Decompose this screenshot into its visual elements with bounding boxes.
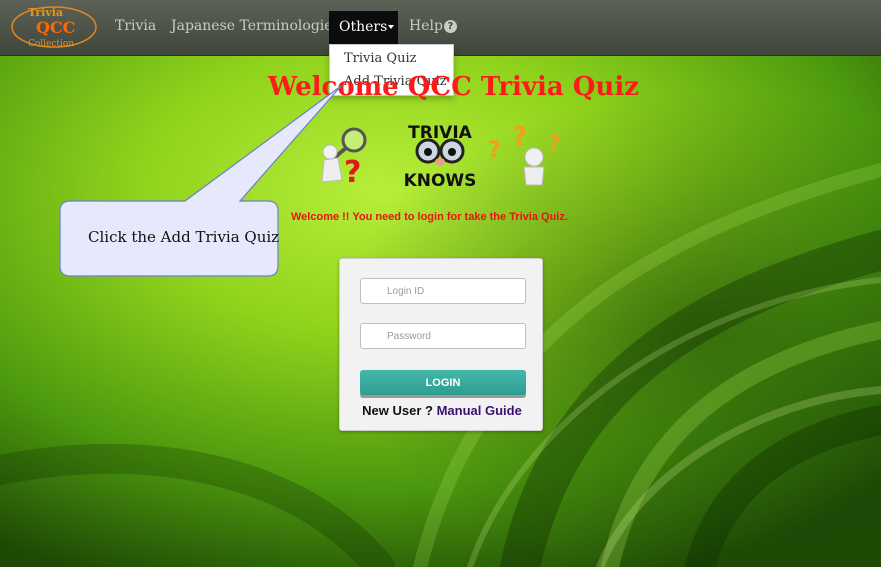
- svg-text:?: ?: [344, 155, 361, 186]
- logo-text-mid: QCC: [36, 18, 75, 37]
- menu-item-trivia-quiz[interactable]: Trivia Quiz: [344, 51, 416, 66]
- callout-text: Click the Add Trivia Quiz: [88, 228, 280, 246]
- manual-guide-link[interactable]: Manual Guide: [437, 403, 522, 418]
- badge-line2: KNOWS: [404, 171, 477, 191]
- login-panel: LOGIN New User ? Manual Guide: [339, 258, 543, 431]
- new-user-row: New User ? Manual Guide: [340, 403, 544, 418]
- trivia-knows-badge: TRIVIA KNOWS: [404, 123, 477, 191]
- logo-text-bottom: Collection: [28, 39, 74, 49]
- nav-japanese-terminologies[interactable]: Japanese Terminologies: [171, 18, 340, 34]
- nav-trivia[interactable]: Trivia: [115, 18, 156, 34]
- svg-text:?: ?: [488, 138, 501, 163]
- badge-line1: TRIVIA: [408, 123, 472, 143]
- svg-text:?: ?: [512, 123, 527, 152]
- caret-down-icon: [388, 25, 395, 29]
- nav-help-label: Help: [409, 18, 443, 34]
- svg-text:?: ?: [548, 132, 561, 157]
- qcc-trivia-logo[interactable]: Trivia QCC Collection: [8, 2, 100, 52]
- nav-others-label: Others: [339, 19, 388, 35]
- nav-help[interactable]: Help?: [409, 18, 457, 34]
- thinking-figure-questions: ? ? ?: [488, 123, 561, 186]
- password-input[interactable]: [360, 323, 526, 349]
- login-id-input[interactable]: [360, 278, 526, 304]
- page-title: Welcome QCC Trivia Quiz: [268, 72, 639, 102]
- question-circle-icon: ?: [443, 20, 457, 33]
- magnifier-question-figure: ?: [321, 127, 367, 186]
- nav-others[interactable]: Others: [329, 11, 398, 45]
- new-user-label: New User ?: [362, 403, 433, 418]
- login-required-message: Welcome !! You need to login for take th…: [291, 211, 568, 223]
- login-button[interactable]: LOGIN: [360, 370, 526, 395]
